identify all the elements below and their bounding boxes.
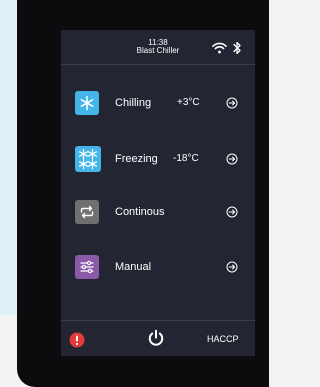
mode-label-chilling: Chilling — [115, 97, 152, 109]
device-bezel: 11:38 Blast Chiller Chilling +3°C Freezi… — [17, 0, 269, 387]
snowflake-icon — [75, 91, 99, 115]
cycle-arrows-icon — [75, 200, 99, 224]
mode-label-freezing: Freezing — [115, 153, 158, 165]
arrow-right-circle-icon[interactable] — [226, 153, 238, 165]
mode-row-chilling[interactable]: Chilling +3°C — [61, 82, 255, 124]
touch-screen: 11:38 Blast Chiller Chilling +3°C Freezi… — [61, 30, 255, 356]
power-icon[interactable] — [147, 329, 165, 347]
double-snowflake-icon — [75, 146, 101, 172]
status-bar: 11:38 Blast Chiller — [61, 30, 255, 65]
mode-value-chilling: +3°C — [177, 97, 200, 108]
alarm-icon[interactable] — [69, 332, 85, 348]
mode-row-manual[interactable]: Manual — [61, 246, 255, 288]
mode-row-continous[interactable]: Continous — [61, 191, 255, 233]
sliders-icon — [75, 255, 99, 279]
bottom-bar: HACCP — [61, 320, 255, 356]
wifi-icon — [212, 42, 227, 54]
haccp-button[interactable]: HACCP — [207, 334, 239, 344]
mode-label-manual: Manual — [115, 261, 152, 273]
arrow-right-circle-icon[interactable] — [226, 261, 238, 273]
mode-value-freezing: -18°C — [173, 153, 199, 164]
arrow-right-circle-icon[interactable] — [226, 97, 238, 109]
arrow-right-circle-icon[interactable] — [226, 206, 238, 218]
mode-label-continous: Continous — [115, 206, 165, 218]
bluetooth-icon — [233, 41, 241, 55]
mode-row-freezing[interactable]: Freezing -18°C — [61, 138, 255, 180]
